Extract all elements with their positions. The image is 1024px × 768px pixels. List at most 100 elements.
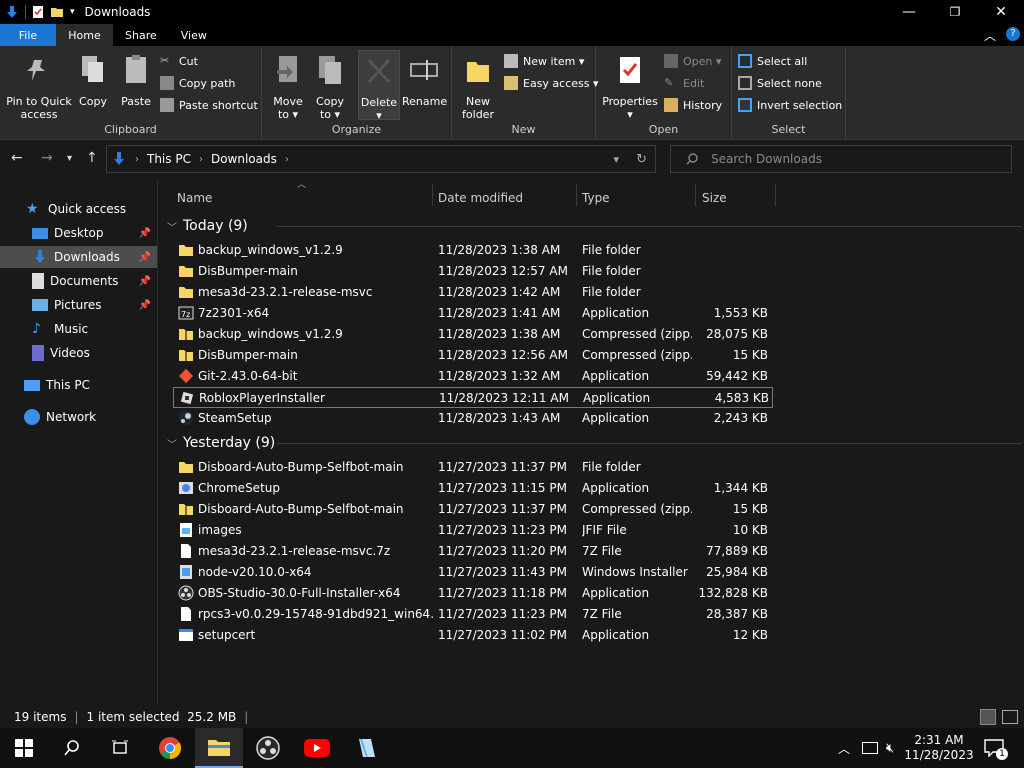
copy-button[interactable]: Copy (75, 50, 111, 108)
file-row[interactable]: ChromeSetup 11/27/2023 11:15 PM Applicatio… (173, 478, 773, 499)
file-name: Disboard-Auto-Bump-Selfbot-main (198, 460, 404, 474)
forward-arrow-icon[interactable]: → (41, 150, 53, 166)
new-folder-icon[interactable] (50, 5, 64, 19)
address-dropdown-icon[interactable]: ▾ (613, 153, 619, 166)
clock[interactable]: 2:31 AM 11/28/2023 (904, 728, 973, 768)
tab-share[interactable]: Share (113, 24, 169, 46)
cut-button[interactable]: ✂ Cut (160, 52, 198, 70)
properties-button[interactable]: Properties ▾ (602, 50, 658, 121)
maximize-button[interactable]: ❐ (932, 0, 978, 24)
open-button[interactable]: Open ▾ (664, 52, 721, 70)
file-row[interactable]: DisBumper-main 11/28/2023 12:57 AM File fo… (173, 261, 773, 282)
select-none-button[interactable]: Select none (738, 74, 822, 92)
refresh-icon[interactable]: ↻ (636, 152, 647, 167)
breadcrumb-downloads[interactable]: Downloads (211, 152, 277, 166)
address-bar[interactable]: › This PC › Downloads › ▾ ↻ (106, 145, 656, 173)
search-box[interactable]: Search Downloads (670, 145, 1012, 173)
paste-button[interactable]: Paste (116, 50, 156, 108)
volume-muted-icon[interactable]: 🔇︎ (886, 741, 894, 756)
column-header-date[interactable]: Date modified (438, 186, 578, 210)
nav-network[interactable]: Network (0, 406, 157, 428)
file-row[interactable]: Disboard-Auto-Bump-Selfbot-main 11/27/202… (173, 499, 773, 520)
invert-selection-button[interactable]: Invert selection (738, 96, 842, 114)
collapse-ribbon-icon[interactable]: ︿ (984, 27, 996, 44)
file-row[interactable]: Git-2.43.0-64-bit 11/28/2023 1:32 AM Appli… (173, 366, 773, 387)
nav-desktop[interactable]: Desktop 📌 (0, 222, 157, 244)
recent-locations-chevron-icon[interactable]: ▾ (67, 153, 72, 164)
column-date-label: Date modified (438, 191, 524, 205)
group-header[interactable]: ﹀ Yesterday (9) (167, 433, 1022, 453)
large-icons-view-icon[interactable] (1002, 709, 1018, 724)
file-row[interactable]: backup_windows_v1.2.9 11/28/2023 1:38 AM C… (173, 324, 773, 345)
youtube-taskbar-button[interactable] (293, 728, 341, 768)
new-folder-button[interactable]: New folder (458, 50, 498, 121)
column-header-size[interactable]: Size (702, 186, 772, 210)
show-hidden-icons-icon[interactable]: ︿ (838, 740, 850, 757)
file-row[interactable]: SteamSetup 11/28/2023 1:43 AM Application 2… (173, 408, 773, 429)
minimize-button[interactable]: — (886, 0, 932, 24)
column-separator[interactable] (432, 184, 433, 206)
nav-music[interactable]: ♪ Music (0, 318, 157, 340)
app-taskbar-button[interactable] (342, 728, 390, 768)
move-to-button[interactable]: Move to ▾ (270, 50, 306, 121)
file-row[interactable]: node-v20.10.0-x64 11/27/2023 11:43 PM Wind… (173, 562, 773, 583)
close-button[interactable]: ✕ (978, 0, 1024, 24)
nav-pictures[interactable]: Pictures 📌 (0, 294, 157, 316)
delete-button[interactable]: Delete ▾ (358, 50, 400, 122)
item-count: 19 items (14, 709, 67, 724)
column-header-type[interactable]: Type (582, 186, 692, 210)
file-row[interactable]: backup_windows_v1.2.9 11/28/2023 1:38 AM F… (173, 240, 773, 261)
chrome-taskbar-button[interactable] (146, 728, 194, 768)
breadcrumb-this-pc[interactable]: This PC (147, 152, 191, 166)
column-separator[interactable] (695, 184, 696, 206)
nav-documents[interactable]: Documents 📌 (0, 270, 157, 292)
start-button[interactable] (0, 728, 48, 768)
nav-downloads[interactable]: Downloads 📌 (0, 246, 157, 268)
file-row[interactable]: images 11/27/2023 11:23 PM JFIF File 10 KB (173, 520, 773, 541)
file-row[interactable]: mesa3d-23.2.1-release-msvc.7z 11/27/2023 … (173, 541, 773, 562)
nav-quick-access[interactable]: ★ Quick access (0, 198, 157, 220)
file-type: File folder (582, 243, 641, 257)
details-view-icon[interactable] (980, 708, 996, 725)
back-arrow-icon[interactable]: ← (11, 150, 23, 166)
nav-this-pc[interactable]: This PC (0, 374, 157, 396)
file-row[interactable]: rpcs3-v0.0.29-15748-91dbd921_win64.7z 11/… (173, 604, 773, 625)
paste-shortcut-button[interactable]: Paste shortcut (160, 96, 258, 114)
file-row[interactable]: 7z 7z2301-x64 11/28/2023 1:41 AM Applicatio… (173, 303, 773, 324)
easy-access-button[interactable]: Easy access ▾ (504, 74, 599, 92)
tab-home[interactable]: Home (56, 24, 113, 46)
edit-button[interactable]: ✎ Edit (664, 74, 704, 92)
file-row[interactable]: RobloxPlayerInstaller 11/28/2023 12:11 AM… (173, 387, 773, 408)
file-list: Name ︿ Date modified Type Size ﹀ Today (9… (159, 180, 1024, 705)
up-arrow-icon[interactable]: ↑ (86, 150, 98, 166)
file-row[interactable]: mesa3d-23.2.1-release-msvc 11/28/2023 1:4… (173, 282, 773, 303)
copy-path-button[interactable]: Copy path (160, 74, 235, 92)
network-status-icon[interactable] (862, 742, 878, 754)
sort-ascending-icon: ︿ (297, 180, 307, 190)
file-row[interactable]: OBS-Studio-30.0-Full-Installer-x64 11/27/… (173, 583, 773, 604)
file-row[interactable]: DisBumper-main 11/28/2023 12:56 AM Compres… (173, 345, 773, 366)
search-button[interactable] (48, 728, 96, 768)
new-item-button[interactable]: New item ▾ (504, 52, 584, 70)
history-button[interactable]: History (664, 96, 722, 114)
copy-to-button[interactable]: Copy to ▾ (312, 50, 348, 121)
help-icon[interactable]: ? (1006, 27, 1020, 41)
notifications-button[interactable]: 1 (982, 728, 1008, 768)
tab-file[interactable]: File (0, 24, 56, 46)
file-explorer-taskbar-button[interactable] (195, 728, 243, 768)
file-row[interactable]: setupcert 11/27/2023 11:02 PM Application 1… (173, 625, 773, 646)
task-view-button[interactable] (96, 728, 144, 768)
properties-icon[interactable] (31, 5, 45, 19)
scissors-icon: ✂ (160, 54, 170, 67)
file-row[interactable]: Disboard-Auto-Bump-Selfbot-main 11/27/202… (173, 457, 773, 478)
group-header[interactable]: ﹀ Today (9) (167, 216, 1022, 236)
rename-button[interactable]: Rename (402, 50, 447, 108)
nav-videos[interactable]: Videos (0, 342, 157, 364)
column-separator[interactable] (775, 184, 776, 206)
customize-toolbar-icon[interactable]: ▾ (70, 7, 75, 17)
tab-view[interactable]: View (169, 24, 219, 46)
column-separator[interactable] (576, 184, 577, 206)
select-all-button[interactable]: Select all (738, 52, 807, 70)
pin-to-quick-access-button[interactable]: Pin to Quick access (4, 50, 74, 121)
obs-taskbar-button[interactable] (244, 728, 292, 768)
